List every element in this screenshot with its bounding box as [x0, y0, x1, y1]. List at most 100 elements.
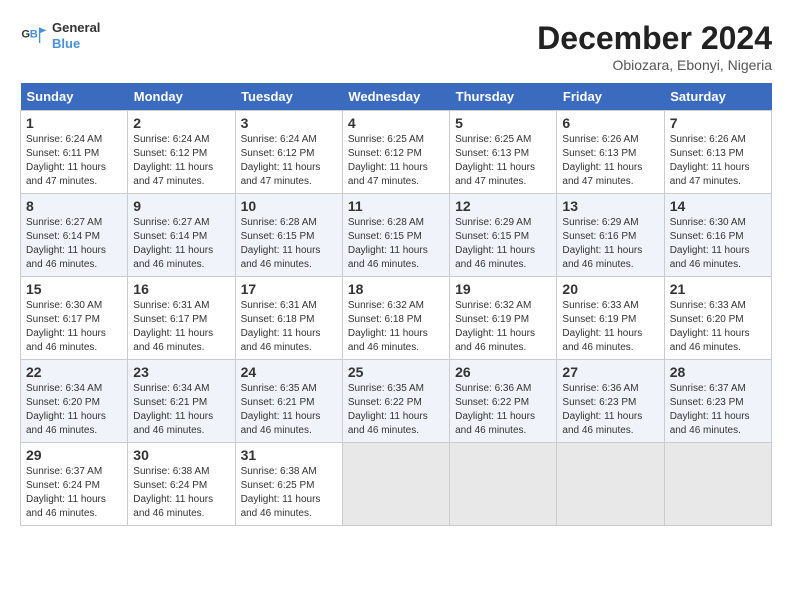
- day-number: 28: [670, 364, 766, 380]
- day-info: Sunrise: 6:32 AM Sunset: 6:18 PM Dayligh…: [348, 299, 444, 355]
- weekday-header: Monday: [128, 83, 235, 111]
- calendar-subtitle: Obiozara, Ebonyi, Nigeria: [537, 57, 772, 73]
- day-number: 1: [26, 115, 122, 131]
- calendar-cell: 3 Sunrise: 6:24 AM Sunset: 6:12 PM Daylig…: [235, 111, 342, 194]
- calendar-cell: 23Sunrise: 6:34 AM Sunset: 6:21 PM Dayli…: [128, 360, 235, 443]
- title-block: December 2024 Obiozara, Ebonyi, Nigeria: [537, 20, 772, 73]
- calendar-week-row: 15Sunrise: 6:30 AM Sunset: 6:17 PM Dayli…: [21, 277, 772, 360]
- svg-text:B: B: [30, 28, 38, 40]
- day-number: 4: [348, 115, 444, 131]
- calendar-cell: 28 Sunrise: 6:37 AM Sunset: 6:23 PM Dayli…: [664, 360, 771, 443]
- weekday-header: Friday: [557, 83, 664, 111]
- day-number: 21: [670, 281, 766, 297]
- day-number: 6: [562, 115, 658, 131]
- calendar-week-row: 1 Sunrise: 6:24 AM Sunset: 6:11 PM Daylig…: [21, 111, 772, 194]
- day-number: 30: [133, 447, 229, 463]
- calendar-cell: 5 Sunrise: 6:25 AM Sunset: 6:13 PM Daylig…: [450, 111, 557, 194]
- calendar-cell: 10 Sunrise: 6:28 AM Sunset: 6:15 PM Dayli…: [235, 194, 342, 277]
- calendar-cell: 20 Sunrise: 6:33 AM Sunset: 6:19 PM Dayli…: [557, 277, 664, 360]
- calendar-cell: 7 Sunrise: 6:26 AM Sunset: 6:13 PM Daylig…: [664, 111, 771, 194]
- day-info: Sunrise: 6:26 AM Sunset: 6:13 PM Dayligh…: [670, 133, 766, 189]
- day-info: Sunrise: 6:35 AM Sunset: 6:21 PM Dayligh…: [241, 382, 337, 438]
- calendar-cell: 27 Sunrise: 6:36 AM Sunset: 6:23 PM Dayli…: [557, 360, 664, 443]
- day-number: 13: [562, 198, 658, 214]
- svg-text:G: G: [21, 28, 30, 40]
- day-info: Sunrise: 6:36 AM Sunset: 6:22 PM Dayligh…: [455, 382, 551, 438]
- day-info: Sunrise: 6:29 AM Sunset: 6:16 PM Dayligh…: [562, 216, 658, 272]
- day-info: Sunrise: 6:35 AM Sunset: 6:22 PM Dayligh…: [348, 382, 444, 438]
- calendar-cell: 26Sunrise: 6:36 AM Sunset: 6:22 PM Dayli…: [450, 360, 557, 443]
- calendar-cell: 17 Sunrise: 6:31 AM Sunset: 6:18 PM Dayli…: [235, 277, 342, 360]
- calendar-cell: 29 Sunrise: 6:37 AM Sunset: 6:24 PM Dayli…: [21, 443, 128, 526]
- calendar-table: SundayMondayTuesdayWednesdayThursdayFrid…: [20, 83, 772, 526]
- calendar-cell: 25 Sunrise: 6:35 AM Sunset: 6:22 PM Dayli…: [342, 360, 449, 443]
- day-info: Sunrise: 6:31 AM Sunset: 6:18 PM Dayligh…: [241, 299, 337, 355]
- weekday-header: Sunday: [21, 83, 128, 111]
- day-info: Sunrise: 6:25 AM Sunset: 6:13 PM Dayligh…: [455, 133, 551, 189]
- day-number: 5: [455, 115, 551, 131]
- day-info: Sunrise: 6:33 AM Sunset: 6:20 PM Dayligh…: [670, 299, 766, 355]
- day-info: Sunrise: 6:24 AM Sunset: 6:11 PM Dayligh…: [26, 133, 122, 189]
- day-number: 7: [670, 115, 766, 131]
- day-number: 20: [562, 281, 658, 297]
- calendar-cell: 21 Sunrise: 6:33 AM Sunset: 6:20 PM Dayli…: [664, 277, 771, 360]
- calendar-cell: 24Sunrise: 6:35 AM Sunset: 6:21 PM Dayli…: [235, 360, 342, 443]
- calendar-cell: [557, 443, 664, 526]
- day-info: Sunrise: 6:24 AM Sunset: 6:12 PM Dayligh…: [241, 133, 337, 189]
- day-number: 9: [133, 198, 229, 214]
- day-info: Sunrise: 6:28 AM Sunset: 6:15 PM Dayligh…: [348, 216, 444, 272]
- calendar-cell: 8Sunrise: 6:27 AM Sunset: 6:14 PM Daylig…: [21, 194, 128, 277]
- calendar-cell: [342, 443, 449, 526]
- day-info: Sunrise: 6:34 AM Sunset: 6:20 PM Dayligh…: [26, 382, 122, 438]
- day-number: 27: [562, 364, 658, 380]
- calendar-cell: 6Sunrise: 6:26 AM Sunset: 6:13 PM Daylig…: [557, 111, 664, 194]
- day-info: Sunrise: 6:37 AM Sunset: 6:24 PM Dayligh…: [26, 465, 122, 521]
- day-info: Sunrise: 6:37 AM Sunset: 6:23 PM Dayligh…: [670, 382, 766, 438]
- weekday-header: Wednesday: [342, 83, 449, 111]
- calendar-week-row: 8Sunrise: 6:27 AM Sunset: 6:14 PM Daylig…: [21, 194, 772, 277]
- day-number: 3: [241, 115, 337, 131]
- day-info: Sunrise: 6:34 AM Sunset: 6:21 PM Dayligh…: [133, 382, 229, 438]
- calendar-cell: 14 Sunrise: 6:30 AM Sunset: 6:16 PM Dayli…: [664, 194, 771, 277]
- day-info: Sunrise: 6:38 AM Sunset: 6:25 PM Dayligh…: [241, 465, 337, 521]
- day-number: 14: [670, 198, 766, 214]
- day-info: Sunrise: 6:28 AM Sunset: 6:15 PM Dayligh…: [241, 216, 337, 272]
- day-number: 17: [241, 281, 337, 297]
- day-number: 25: [348, 364, 444, 380]
- day-number: 12: [455, 198, 551, 214]
- day-number: 22: [26, 364, 122, 380]
- day-number: 31: [241, 447, 337, 463]
- day-number: 29: [26, 447, 122, 463]
- calendar-cell: 22 Sunrise: 6:34 AM Sunset: 6:20 PM Dayli…: [21, 360, 128, 443]
- day-number: 11: [348, 198, 444, 214]
- day-number: 10: [241, 198, 337, 214]
- calendar-cell: 4 Sunrise: 6:25 AM Sunset: 6:12 PM Daylig…: [342, 111, 449, 194]
- calendar-cell: 16Sunrise: 6:31 AM Sunset: 6:17 PM Dayli…: [128, 277, 235, 360]
- day-info: Sunrise: 6:33 AM Sunset: 6:19 PM Dayligh…: [562, 299, 658, 355]
- day-info: Sunrise: 6:27 AM Sunset: 6:14 PM Dayligh…: [26, 216, 122, 272]
- day-info: Sunrise: 6:30 AM Sunset: 6:16 PM Dayligh…: [670, 216, 766, 272]
- calendar-cell: 2 Sunrise: 6:24 AM Sunset: 6:12 PM Daylig…: [128, 111, 235, 194]
- weekday-header-row: SundayMondayTuesdayWednesdayThursdayFrid…: [21, 83, 772, 111]
- logo: G B General Blue: [20, 20, 100, 51]
- day-info: Sunrise: 6:31 AM Sunset: 6:17 PM Dayligh…: [133, 299, 229, 355]
- day-info: Sunrise: 6:24 AM Sunset: 6:12 PM Dayligh…: [133, 133, 229, 189]
- day-number: 18: [348, 281, 444, 297]
- calendar-cell: 11 Sunrise: 6:28 AM Sunset: 6:15 PM Dayli…: [342, 194, 449, 277]
- calendar-title: December 2024: [537, 20, 772, 57]
- logo-text: General Blue: [52, 20, 100, 51]
- calendar-week-row: 22 Sunrise: 6:34 AM Sunset: 6:20 PM Dayli…: [21, 360, 772, 443]
- calendar-week-row: 29 Sunrise: 6:37 AM Sunset: 6:24 PM Dayli…: [21, 443, 772, 526]
- weekday-header: Tuesday: [235, 83, 342, 111]
- logo-icon: G B: [20, 22, 48, 50]
- calendar-cell: [450, 443, 557, 526]
- day-info: Sunrise: 6:27 AM Sunset: 6:14 PM Dayligh…: [133, 216, 229, 272]
- weekday-header: Thursday: [450, 83, 557, 111]
- day-info: Sunrise: 6:36 AM Sunset: 6:23 PM Dayligh…: [562, 382, 658, 438]
- day-info: Sunrise: 6:29 AM Sunset: 6:15 PM Dayligh…: [455, 216, 551, 272]
- logo-line1: General: [52, 20, 100, 36]
- day-number: 2: [133, 115, 229, 131]
- calendar-cell: 12 Sunrise: 6:29 AM Sunset: 6:15 PM Dayli…: [450, 194, 557, 277]
- day-info: Sunrise: 6:32 AM Sunset: 6:19 PM Dayligh…: [455, 299, 551, 355]
- day-info: Sunrise: 6:25 AM Sunset: 6:12 PM Dayligh…: [348, 133, 444, 189]
